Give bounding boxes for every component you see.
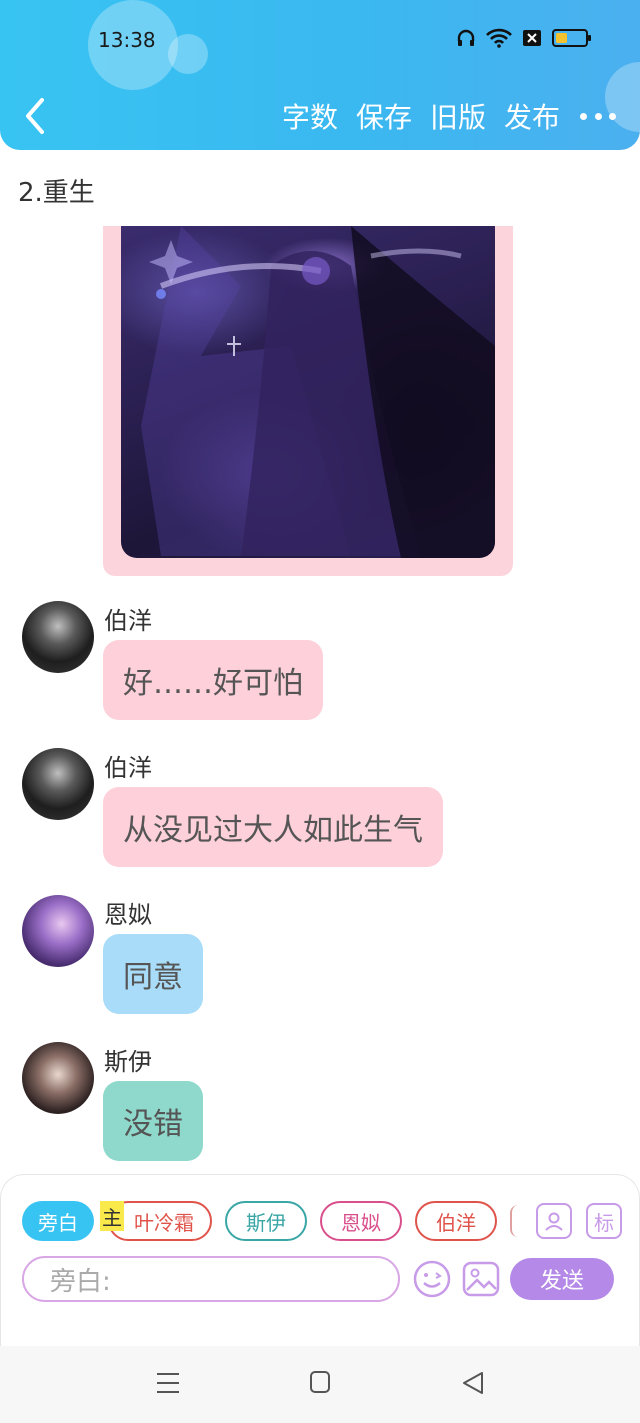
save-button[interactable]: 保存 [356, 96, 412, 136]
person-card-icon [545, 1212, 563, 1231]
avatar[interactable] [22, 748, 94, 820]
old-version-button[interactable]: 旧版 [430, 96, 486, 136]
sender-name: 恩姒 [104, 901, 152, 929]
image-button[interactable] [462, 1260, 500, 1298]
chip-overflow-edge [510, 1205, 518, 1237]
headphones-icon [457, 29, 475, 46]
message-bubble[interactable]: 没错 [103, 1081, 203, 1161]
battery-icon [552, 29, 591, 47]
back-triangle-icon [463, 1372, 483, 1394]
word-count-button[interactable]: 字数 [282, 96, 338, 136]
character-chip[interactable]: 恩姒 [320, 1201, 402, 1241]
status-icons [456, 28, 592, 48]
toolbar: 字数 保存 旧版 发布 [282, 96, 618, 136]
chapter-title: 2.重生 [18, 178, 95, 208]
sender-name: 伯洋 [104, 754, 152, 782]
wifi-icon [486, 28, 512, 48]
message-input[interactable]: 旁白: [22, 1256, 400, 1302]
tag-button[interactable]: 标 [586, 1203, 622, 1239]
emoji-button[interactable] [413, 1260, 451, 1298]
app-header: 13:38 字数 保存 旧版 发布 [0, 0, 640, 150]
illustration-art [141, 226, 495, 558]
publish-button[interactable]: 发布 [504, 96, 560, 136]
menu-nav-button[interactable] [156, 1370, 180, 1400]
main-character-badge: 主 [100, 1201, 124, 1231]
avatar[interactable] [22, 895, 94, 967]
sender-name: 斯伊 [104, 1048, 152, 1076]
sim-off-icon [523, 30, 541, 46]
home-square-icon [310, 1371, 330, 1393]
image-icon [462, 1261, 500, 1297]
status-time: 13:38 [98, 28, 156, 52]
emoji-icon [413, 1260, 451, 1298]
more-icon[interactable] [578, 101, 618, 131]
send-button[interactable]: 发送 [510, 1258, 614, 1300]
menu-icon [157, 1373, 179, 1393]
character-chip[interactable]: 斯伊 [225, 1201, 307, 1241]
back-nav-button[interactable] [461, 1370, 485, 1400]
character-chip[interactable]: 伯洋 [415, 1201, 497, 1241]
message-bubble[interactable]: 同意 [103, 934, 203, 1014]
avatar[interactable] [22, 1042, 94, 1114]
back-button[interactable] [22, 96, 48, 136]
character-manage-button[interactable] [536, 1203, 572, 1239]
narrator-chip[interactable]: 旁白 [22, 1201, 94, 1241]
story-illustration [121, 226, 495, 558]
sender-name: 伯洋 [104, 607, 152, 635]
message-bubble[interactable]: 从没见过大人如此生气 [103, 787, 443, 867]
image-message-card[interactable] [103, 226, 513, 576]
avatar[interactable] [22, 601, 94, 673]
chevron-left-icon [26, 98, 44, 134]
message-bubble[interactable]: 好……好可怕 [103, 640, 323, 720]
home-nav-button[interactable] [309, 1370, 331, 1398]
decor-bubble [168, 34, 208, 74]
